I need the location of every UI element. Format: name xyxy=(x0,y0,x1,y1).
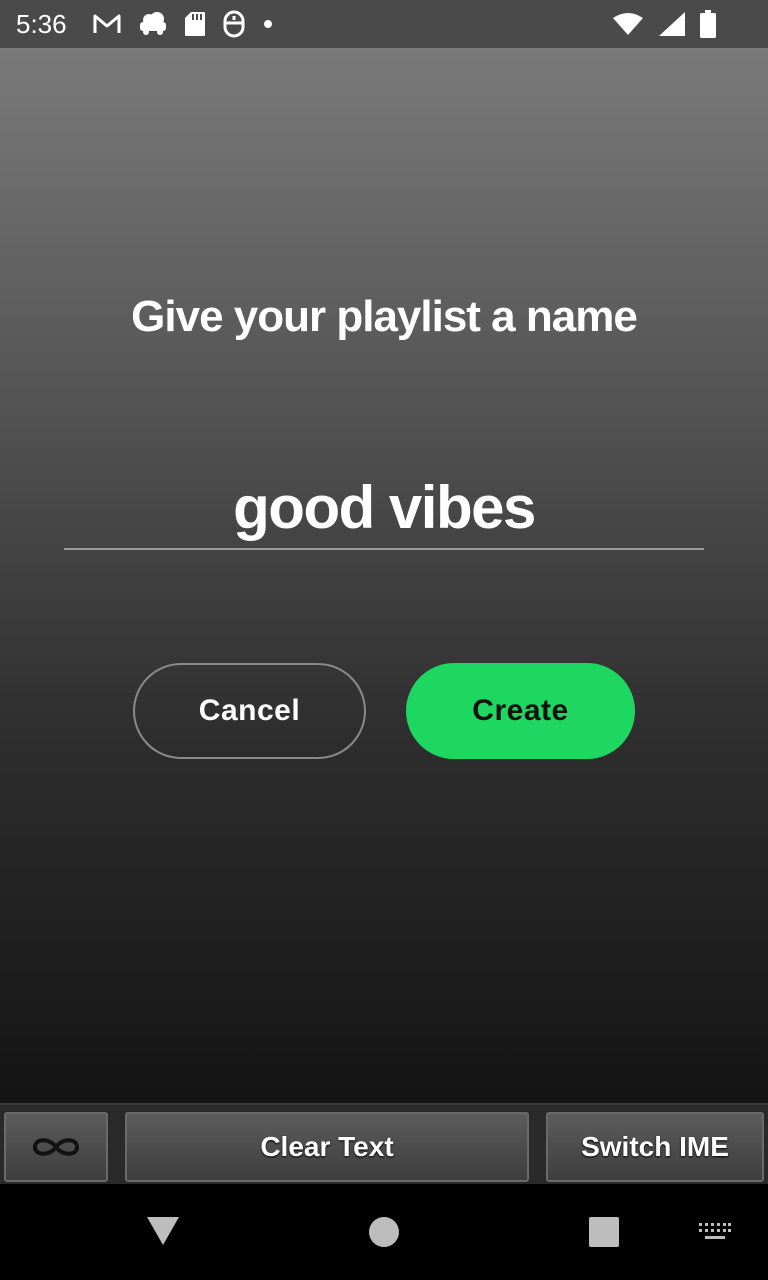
accessibility-icon xyxy=(223,10,245,38)
cloud-car-icon xyxy=(140,12,166,35)
loop-button[interactable] xyxy=(4,1112,108,1182)
keyboard-icon[interactable] xyxy=(698,1222,732,1242)
dialog-title: Give your playlist a name xyxy=(131,292,638,341)
create-button[interactable]: Create xyxy=(406,663,635,759)
create-playlist-dialog: Give your playlist a name Cancel Create xyxy=(0,48,768,1103)
screen: 5:36 Give your playlist a name good vibe… xyxy=(0,0,768,1280)
switch-ime-button[interactable]: Switch IME xyxy=(546,1112,764,1182)
gmail-icon xyxy=(93,14,121,33)
battery-icon xyxy=(700,10,716,38)
infinity-icon xyxy=(32,1138,80,1156)
sd-card-icon xyxy=(185,12,205,36)
navigation-bar xyxy=(0,1184,768,1280)
home-icon[interactable] xyxy=(368,1216,400,1248)
back-icon[interactable] xyxy=(146,1216,180,1246)
status-bar: 5:36 xyxy=(0,0,768,48)
ime-toolbar: Clear Text Switch IME xyxy=(0,1103,768,1184)
status-icons-right xyxy=(612,10,716,38)
wifi-icon xyxy=(613,13,643,35)
cancel-button[interactable]: Cancel xyxy=(133,663,366,759)
notification-dot-icon xyxy=(264,20,272,28)
playlist-name-input[interactable] xyxy=(64,466,704,550)
status-icons-left xyxy=(92,10,274,38)
recents-icon[interactable] xyxy=(589,1217,619,1247)
status-time: 5:36 xyxy=(16,9,67,39)
cell-signal-icon xyxy=(659,12,685,36)
clear-text-button[interactable]: Clear Text xyxy=(125,1112,529,1182)
